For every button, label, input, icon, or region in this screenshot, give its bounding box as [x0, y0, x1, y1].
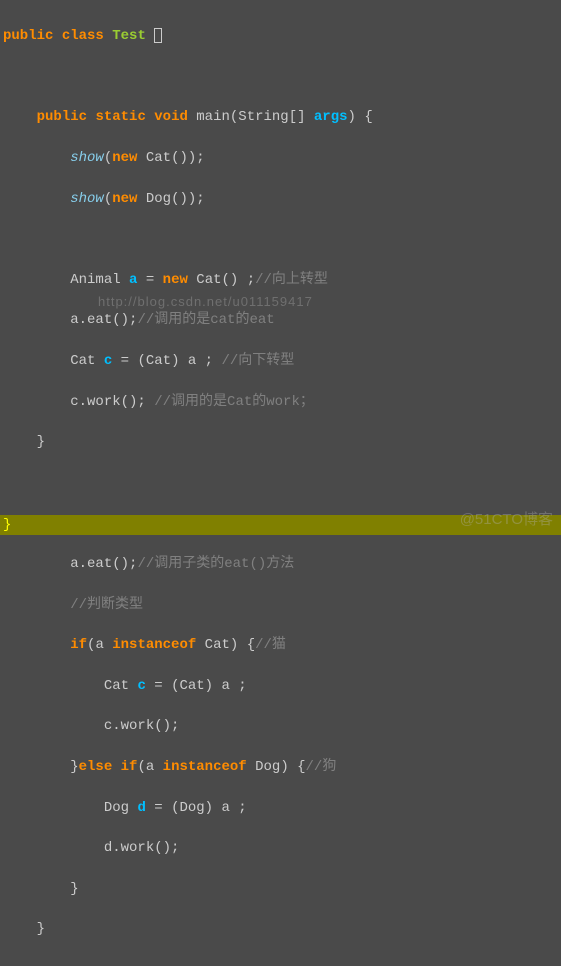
method-call: show	[70, 150, 104, 166]
code-line: }	[3, 432, 558, 452]
brace: }	[70, 759, 78, 775]
type: Dog	[255, 759, 280, 775]
code-line: Dog d = (Dog) a ;	[3, 798, 558, 818]
code-line: a.eat();//调用的是cat的eat	[3, 310, 558, 330]
type: Dog	[146, 191, 171, 207]
var: a	[146, 759, 154, 775]
current-line-highlight: }	[0, 515, 561, 535]
keyword-if: if	[121, 759, 138, 775]
comment: //判断类型	[70, 597, 143, 613]
type: Animal	[70, 272, 120, 288]
code-line: c.work();	[3, 716, 558, 736]
class-name: Test	[112, 28, 146, 44]
code-line: }	[3, 879, 558, 899]
code-editor[interactable]: public class Test public static void mai…	[0, 0, 561, 966]
code-line: show(new Dog());	[3, 189, 558, 209]
keyword-class: class	[62, 28, 104, 44]
type: Cat	[104, 678, 129, 694]
keyword-else: else	[79, 759, 113, 775]
paren: )	[230, 637, 238, 653]
paren: (	[87, 637, 95, 653]
paren: ) {	[348, 109, 373, 125]
type: Cat	[70, 353, 95, 369]
comment: //狗	[306, 759, 337, 775]
paren: )	[280, 759, 288, 775]
type: Cat	[196, 272, 221, 288]
code-line: }else if(a instanceof Dog) {//狗	[3, 757, 558, 777]
code-line: if(a instanceof Cat) {//猫	[3, 635, 558, 655]
comment: //调用的是Cat的work；	[154, 394, 314, 410]
op: =	[146, 272, 154, 288]
var: c	[137, 678, 145, 694]
type: Dog	[104, 800, 129, 816]
cast: (Dog) a ;	[171, 800, 247, 816]
var: a	[129, 272, 137, 288]
code-line: }	[3, 919, 558, 939]
cursor	[154, 28, 162, 43]
keyword-public: public	[37, 109, 87, 125]
stmt: c.work();	[70, 394, 146, 410]
code-line: public class Test	[3, 26, 558, 46]
code-line: Cat c = (Cat) a ; //向下转型	[3, 351, 558, 371]
stmt: a.eat();	[70, 312, 137, 328]
keyword-static: static	[95, 109, 145, 125]
stmt: a.eat();	[70, 556, 137, 572]
keyword-instanceof: instanceof	[163, 759, 247, 775]
brace: {	[297, 759, 305, 775]
code-line: c.work(); //调用的是Cat的work；	[3, 392, 558, 412]
comment: //调用的是cat的eat	[137, 312, 274, 328]
cast: (Cat) a ;	[137, 353, 213, 369]
paren: ());	[171, 191, 205, 207]
stmt: d.work();	[104, 840, 180, 856]
var: args	[314, 109, 348, 125]
var: a	[95, 637, 103, 653]
keyword-instanceof: instanceof	[112, 637, 196, 653]
comment: //猫	[255, 637, 286, 653]
keyword-public: public	[3, 28, 53, 44]
keyword-if: if	[70, 637, 87, 653]
keyword-new: new	[112, 150, 137, 166]
paren: (	[137, 759, 145, 775]
code-line: d.work();	[3, 838, 558, 858]
var: c	[104, 353, 112, 369]
brace: }	[3, 517, 11, 533]
code-line: a.eat();//调用子类的eat()方法	[3, 554, 558, 574]
brace: {	[247, 637, 255, 653]
code-line	[3, 229, 558, 249]
type: Cat	[205, 637, 230, 653]
brace: }	[37, 921, 45, 937]
method-call: show	[70, 191, 104, 207]
brace: }	[70, 881, 78, 897]
paren: ());	[171, 150, 205, 166]
keyword-new: new	[112, 191, 137, 207]
comment: //调用子类的eat()方法	[137, 556, 294, 572]
comment: //向下转型	[222, 353, 295, 369]
keyword-void: void	[154, 109, 188, 125]
paren: (String[]	[230, 109, 314, 125]
keyword-new: new	[163, 272, 188, 288]
code-line: //判断类型	[3, 595, 558, 615]
code-line: Animal a = new Cat() ;//向上转型	[3, 270, 558, 290]
brace: }	[37, 434, 45, 450]
op: =	[154, 678, 162, 694]
paren: (	[104, 191, 112, 207]
paren: () ;	[222, 272, 256, 288]
op: =	[154, 800, 162, 816]
code-line: public static void main(String[] args) {	[3, 107, 558, 127]
method-main: main	[196, 109, 230, 125]
cast: (Cat) a ;	[171, 678, 247, 694]
code-line: Cat c = (Cat) a ;	[3, 676, 558, 696]
stmt: c.work();	[104, 718, 180, 734]
var: d	[137, 800, 145, 816]
code-line	[3, 67, 558, 87]
code-line: show(new Cat());	[3, 148, 558, 168]
code-line	[3, 473, 558, 493]
comment: //向上转型	[255, 272, 328, 288]
op: =	[121, 353, 129, 369]
paren: (	[104, 150, 112, 166]
type: Cat	[146, 150, 171, 166]
